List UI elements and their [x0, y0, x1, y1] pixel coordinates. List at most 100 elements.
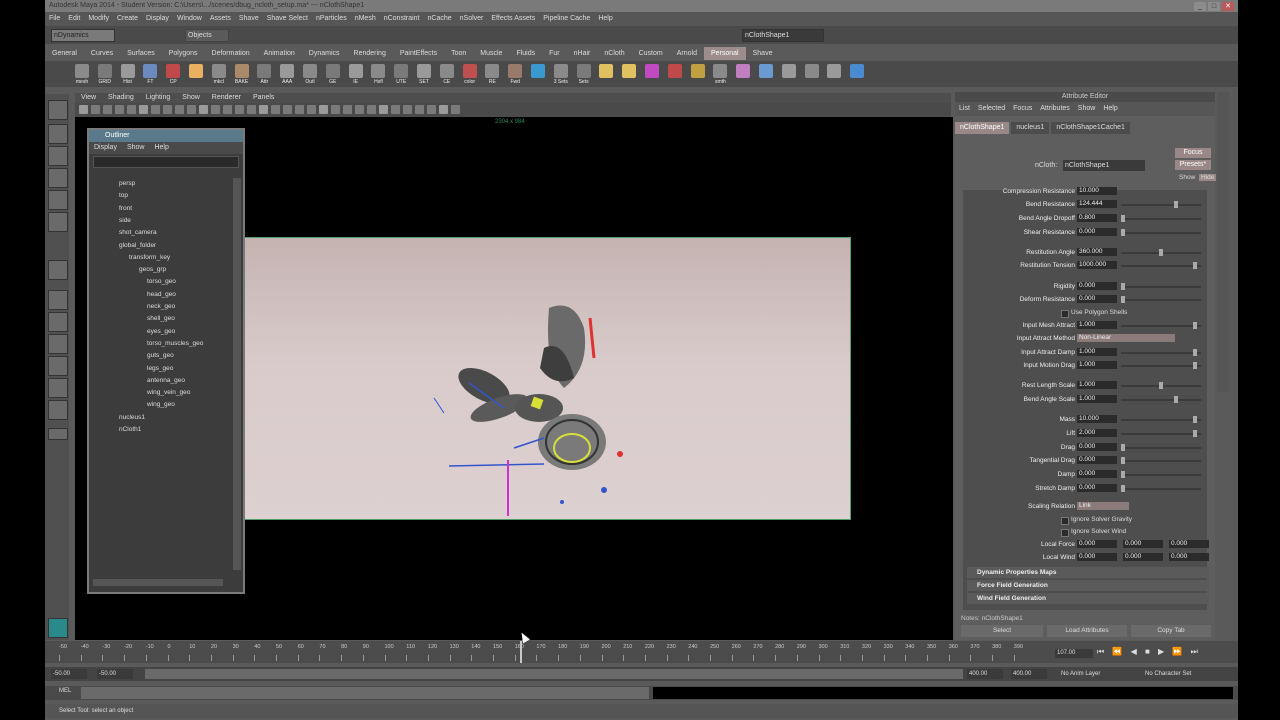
attr-slider[interactable] — [1121, 399, 1201, 401]
shelf-tool-icon[interactable] — [439, 64, 454, 78]
attr-value-field[interactable]: 360.000 — [1077, 248, 1117, 256]
use-polygon-shells-checkbox[interactable] — [1061, 310, 1069, 318]
attr-slider[interactable] — [1121, 286, 1201, 288]
ignore-checkbox[interactable] — [1061, 529, 1069, 537]
outliner-item-nCloth1[interactable]: nCloth1 — [119, 426, 141, 433]
select-tool-icon[interactable] — [48, 100, 68, 120]
ae-menu-attributes[interactable]: Attributes — [1036, 102, 1074, 116]
outliner-menu-show[interactable]: Show — [122, 142, 150, 154]
shelf-tab-toon[interactable]: Toon — [444, 47, 473, 60]
load-attributes-button[interactable]: Load Attributes — [1047, 625, 1127, 637]
ae-menu-focus[interactable]: Focus — [1009, 102, 1036, 116]
shelf-tab-shave[interactable]: Shave — [746, 47, 780, 60]
attr-value-field[interactable]: 0.800 — [1077, 214, 1117, 222]
shelf-tool-icon[interactable] — [211, 64, 226, 78]
local-wind-field[interactable]: 0.000 — [1077, 553, 1117, 561]
attr-slider-handle[interactable] — [1159, 249, 1163, 256]
panel-tool-icon[interactable] — [451, 105, 460, 114]
attr-slider-handle[interactable] — [1121, 283, 1125, 290]
panel-tool-icon[interactable] — [367, 105, 376, 114]
attr-slider-handle[interactable] — [1174, 396, 1179, 403]
panel-tool-icon[interactable] — [223, 105, 232, 114]
outliner-item-head_geo[interactable]: head_geo — [147, 291, 176, 298]
outliner-item-neck_geo[interactable]: neck_geo — [147, 303, 175, 310]
shelf-tab-surfaces[interactable]: Surfaces — [120, 47, 162, 60]
shelf-tool-icon[interactable] — [690, 64, 705, 78]
panel-tool-icon[interactable] — [319, 105, 328, 114]
shelf-tool-icon[interactable] — [804, 64, 819, 78]
panel-tool-icon[interactable] — [295, 105, 304, 114]
attr-slider-handle[interactable] — [1159, 382, 1163, 389]
select-button[interactable]: Select — [961, 625, 1043, 637]
shelf-tool-icon[interactable] — [531, 64, 545, 78]
panel-tool-icon[interactable] — [79, 105, 88, 114]
outliner-item-top[interactable]: top — [119, 192, 128, 199]
outliner-scrollbar[interactable] — [233, 178, 241, 570]
shelf-tool-icon[interactable] — [759, 64, 773, 78]
attr-slider[interactable] — [1121, 204, 1201, 206]
shelf-tool-icon[interactable] — [394, 64, 409, 78]
panel-tool-icon[interactable] — [403, 105, 412, 114]
shelf-tab-rendering[interactable]: Rendering — [347, 47, 393, 60]
panel-tool-icon[interactable] — [331, 105, 340, 114]
ae-menu-selected[interactable]: Selected — [974, 102, 1009, 116]
shelf-tool-icon[interactable] — [143, 64, 158, 78]
shelf-tool-icon[interactable] — [553, 64, 568, 78]
menu-nconstraint[interactable]: nConstraint — [380, 12, 424, 26]
local-force-field[interactable]: 0.000 — [1077, 540, 1117, 548]
paint-select-icon[interactable] — [48, 146, 68, 166]
shelf-tab-nhair[interactable]: nHair — [567, 47, 598, 60]
shelf-tool-icon[interactable] — [508, 64, 523, 78]
attr-value-field[interactable]: 1.000 — [1077, 361, 1117, 369]
attr-value-field[interactable]: 0.000 — [1077, 484, 1117, 492]
attr-value-field[interactable]: 1.000 — [1077, 381, 1117, 389]
attr-value-field[interactable]: 1.000 — [1077, 321, 1117, 329]
attr-slider-handle[interactable] — [1193, 322, 1198, 329]
outliner-menu-display[interactable]: Display — [89, 142, 122, 154]
attr-slider-handle[interactable] — [1121, 296, 1125, 303]
attr-slider-handle[interactable] — [1121, 229, 1125, 236]
layout-toggle-icon[interactable] — [48, 428, 68, 440]
panel-tool-icon[interactable] — [283, 105, 292, 114]
shelf-tab-polygons[interactable]: Polygons — [162, 47, 205, 60]
attr-slider[interactable] — [1121, 447, 1201, 449]
attr-slider[interactable] — [1121, 299, 1201, 301]
panel-tool-icon[interactable] — [91, 105, 100, 114]
copy-tab-button[interactable]: Copy Tab — [1131, 625, 1211, 637]
menu-create[interactable]: Create — [113, 12, 142, 26]
shelf-tool-icon[interactable] — [75, 64, 89, 78]
shelf-tool-icon[interactable] — [166, 64, 181, 78]
attr-value-field[interactable]: 10.000 — [1077, 415, 1117, 423]
shelf-tool-icon[interactable] — [667, 64, 682, 78]
shelf-tool-icon[interactable] — [303, 64, 317, 78]
panel-tool-icon[interactable] — [379, 105, 388, 114]
time-slider[interactable]: 107.00 ⏮ ⏪ ◀ ■ ▶ ⏩ ⏭ -50 -40 -30 -20 -10 0 10 2… — [45, 641, 1238, 663]
menu-assets[interactable]: Assets — [206, 12, 235, 26]
attr-slider-handle[interactable] — [1193, 262, 1198, 269]
layout-graph-icon[interactable] — [48, 400, 68, 420]
shelf-tool-icon[interactable] — [257, 64, 272, 78]
range-end2-field[interactable]: 400.00 — [1011, 669, 1047, 679]
shelf-tool-icon[interactable] — [713, 64, 728, 78]
shelf-tool-icon[interactable] — [485, 64, 500, 78]
panel-tool-icon[interactable] — [103, 105, 112, 114]
outliner-item-front[interactable]: front — [119, 205, 132, 212]
panel-tool-icon[interactable] — [151, 105, 160, 114]
shelf-tool-icon[interactable] — [622, 64, 637, 78]
attr-slider[interactable] — [1121, 365, 1201, 367]
attr-slider[interactable] — [1121, 232, 1201, 234]
shelf-tab-custom[interactable]: Custom — [632, 47, 670, 60]
outliner-item-global_folder[interactable]: global_folder — [119, 242, 156, 249]
menu-help[interactable]: Help — [594, 12, 616, 26]
ae-section-dynamic-properties-maps[interactable]: Dynamic Properties Maps — [967, 567, 1209, 578]
panel-tool-icon[interactable] — [127, 105, 136, 114]
rotate-tool-icon[interactable] — [48, 190, 68, 210]
attr-value-field[interactable]: 0.000 — [1077, 282, 1117, 290]
attr-slider-handle[interactable] — [1121, 485, 1125, 492]
panel-tool-icon[interactable] — [307, 105, 316, 114]
shelf-tool-icon[interactable] — [325, 64, 340, 78]
panel-tool-icon[interactable] — [187, 105, 196, 114]
shelf-tab-deformation[interactable]: Deformation — [205, 47, 257, 60]
shelf-tool-icon[interactable] — [462, 64, 477, 78]
layout-single-icon[interactable] — [48, 290, 68, 310]
